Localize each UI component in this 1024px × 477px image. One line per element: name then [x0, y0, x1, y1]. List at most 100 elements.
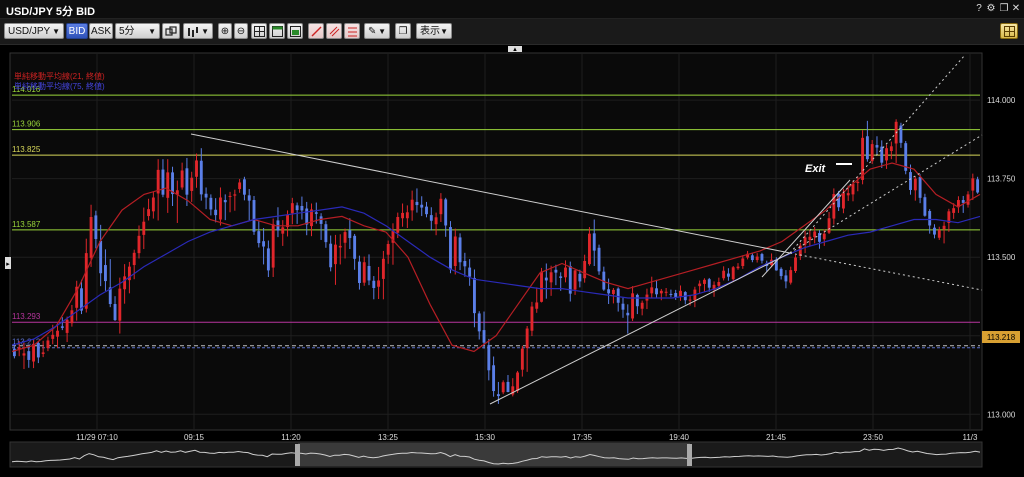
candle-body: [377, 280, 381, 287]
price-chart[interactable]: ▲ ▸ 114.016 113.906 113.825 113.587 113.293 1…: [0, 45, 1024, 472]
time-tick-label: 23:50: [863, 433, 884, 442]
gear-icon[interactable]: ⚙: [985, 2, 997, 15]
candle-body: [530, 306, 534, 331]
candle-body: [219, 197, 222, 220]
candle-body: [405, 212, 409, 219]
candle-body: [338, 245, 342, 248]
candle-body: [909, 172, 912, 190]
candle-body: [70, 310, 74, 324]
navigator-left-handle[interactable]: [295, 444, 300, 466]
candle-body: [324, 224, 328, 243]
candle-body: [664, 291, 668, 293]
candle-body: [195, 160, 198, 177]
candle-body: [492, 365, 496, 392]
candle-body: [27, 351, 31, 360]
candle-body: [966, 194, 970, 205]
pencil-icon: ✎: [368, 26, 377, 37]
candle-body: [429, 215, 433, 221]
candle-body: [242, 179, 246, 195]
window-layout-button[interactable]: [269, 23, 285, 39]
candle-body: [223, 200, 227, 203]
candle-body: [506, 381, 510, 392]
candle-body: [588, 233, 591, 265]
candle-body: [56, 330, 59, 337]
candle-body: [688, 299, 692, 301]
draw-trendline-button[interactable]: [308, 23, 324, 39]
zoom-out-icon: ⊖: [236, 26, 246, 37]
candle-body: [875, 145, 879, 148]
candle-body: [482, 330, 486, 343]
timeframe-select-value: 5分: [119, 26, 135, 37]
candle-body: [12, 348, 16, 357]
candle-body: [477, 313, 481, 332]
subwindow-button[interactable]: [287, 23, 303, 39]
timeframe-select[interactable]: 5分 ▼: [115, 23, 160, 39]
candle-body: [496, 394, 500, 397]
restore-icon[interactable]: ❐: [998, 2, 1010, 15]
candle-body: [516, 372, 520, 391]
candle-body: [554, 269, 558, 273]
candle-body: [334, 244, 337, 265]
time-tick-label: 17:35: [572, 433, 593, 442]
candle-body: [861, 137, 865, 180]
price-tick-label: 113.500: [987, 253, 1016, 262]
candle-body: [535, 302, 539, 309]
candle-body: [789, 270, 793, 283]
navigator-right-handle[interactable]: [687, 444, 692, 466]
candle-body: [458, 237, 462, 263]
chevron-down-icon: ▼: [201, 27, 209, 36]
grid-button[interactable]: [251, 23, 267, 39]
link-chart-button[interactable]: [162, 23, 180, 39]
candle-body: [607, 289, 611, 294]
candle-body: [233, 194, 237, 196]
zoom-out-button[interactable]: ⊖: [234, 23, 248, 39]
level-label: 113.293: [12, 312, 41, 321]
candle-body: [698, 283, 702, 287]
candle-body: [942, 225, 946, 230]
legend-ma-slow: 単純移動平均線(75, 終値): [14, 81, 105, 91]
candle-body: [722, 270, 726, 279]
candle-body: [99, 240, 103, 274]
current-price-tag: 113.218: [982, 331, 1020, 343]
candle-body: [314, 212, 318, 214]
candle-body: [841, 192, 845, 209]
drawing-tool-button[interactable]: ✎ ▼: [364, 23, 390, 39]
display-menu-button[interactable]: 表示 ▼: [416, 23, 452, 39]
candle-body: [94, 215, 98, 239]
candle-body: [640, 302, 644, 309]
candle-body: [846, 193, 850, 196]
candle-body: [367, 266, 371, 281]
candle-body: [348, 230, 352, 239]
candle-body: [784, 275, 788, 282]
candle-body: [827, 218, 831, 233]
candle-body: [142, 221, 146, 235]
time-tick-label: 13:25: [378, 433, 399, 442]
symbol-select[interactable]: USD/JPY ▼: [4, 23, 64, 39]
navigator-window[interactable]: [298, 443, 690, 466]
copy-chart-button[interactable]: ❐: [395, 23, 411, 39]
chart-type-button[interactable]: ▼: [183, 23, 213, 39]
help-icon[interactable]: ?: [973, 2, 985, 15]
zoom-in-button[interactable]: ⊕: [218, 23, 232, 39]
ask-button[interactable]: ASK: [89, 23, 113, 39]
time-tick-label: 11/3: [963, 433, 979, 442]
chevron-down-icon: ▼: [440, 27, 448, 36]
candle-body: [357, 261, 361, 283]
candle-body: [933, 227, 936, 235]
channel-icon: [329, 26, 339, 37]
candle-body: [655, 288, 658, 295]
candle-body: [520, 348, 524, 370]
close-icon[interactable]: ✕: [1010, 2, 1022, 15]
draw-fibonacci-button[interactable]: [344, 23, 360, 39]
candle-body: [544, 277, 548, 281]
candle-body: [760, 254, 764, 261]
candle-body: [731, 267, 735, 280]
navigator[interactable]: [9, 441, 983, 468]
bid-button[interactable]: BID: [66, 23, 88, 39]
candle-body: [583, 260, 587, 279]
candle-body: [353, 235, 357, 259]
settings-panel-button[interactable]: [1000, 23, 1018, 39]
draw-channel-button[interactable]: [326, 23, 342, 39]
plot-area: [9, 52, 983, 431]
candle-body: [659, 290, 663, 294]
